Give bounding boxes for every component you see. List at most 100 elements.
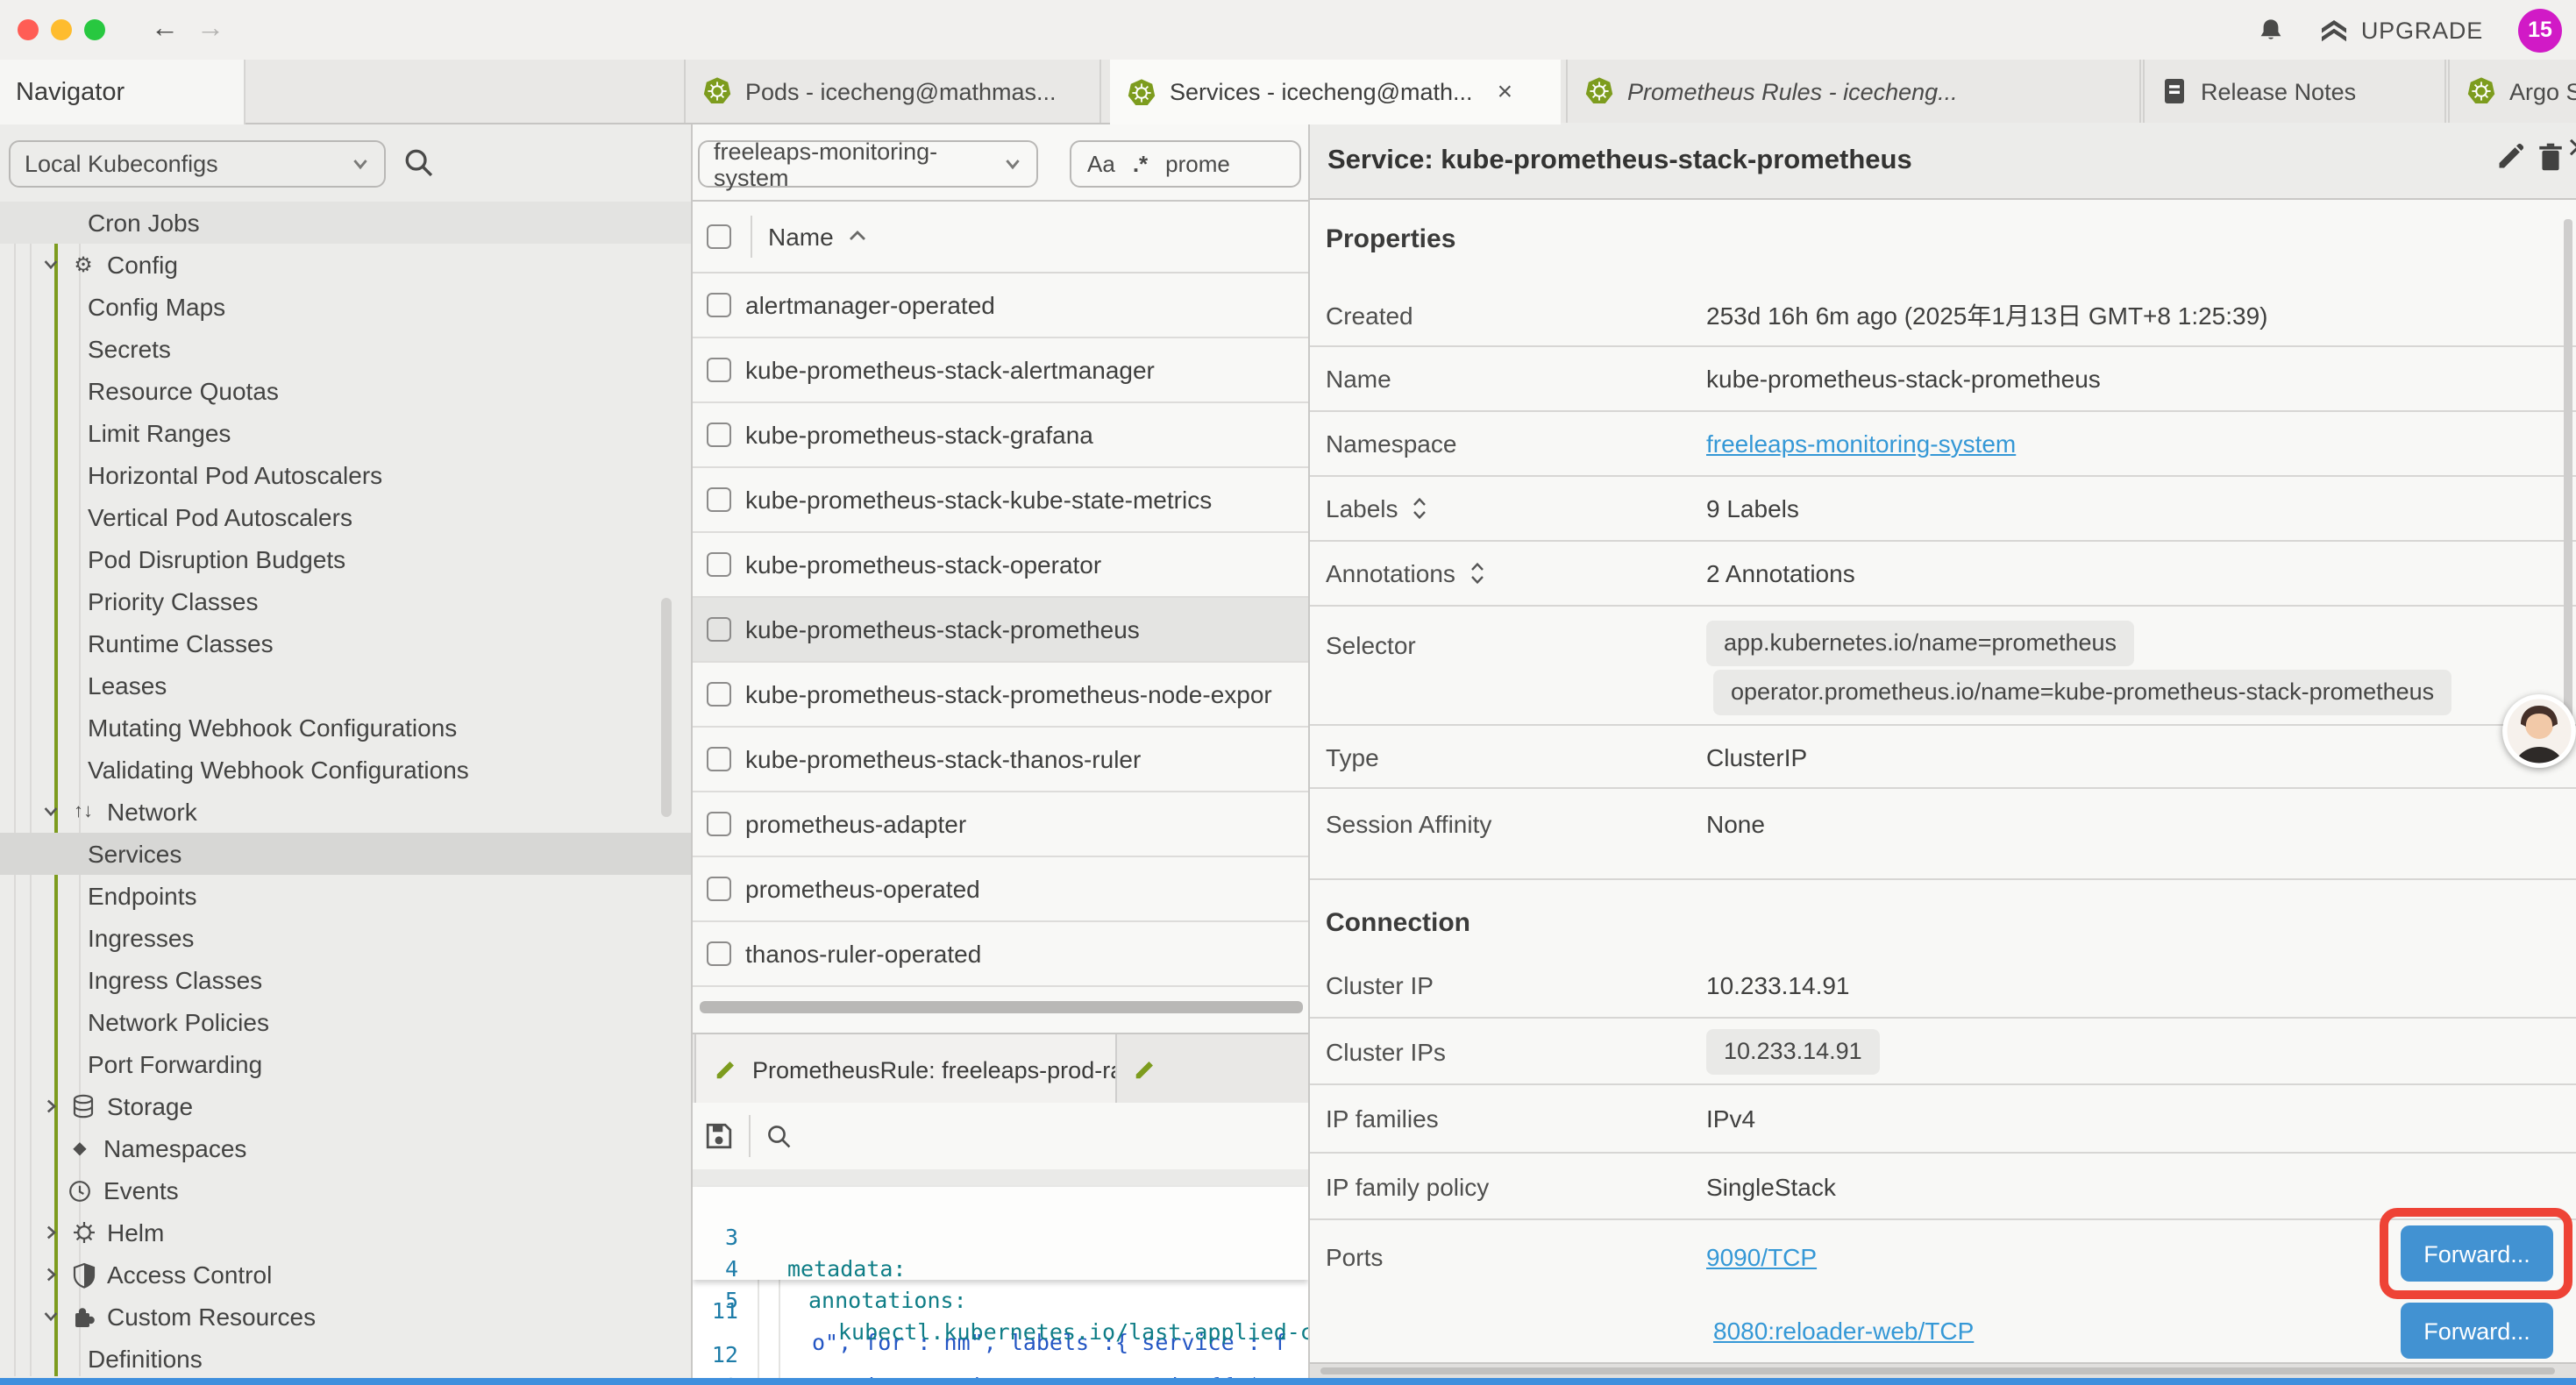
table-row[interactable]: kube-prometheus-stack-kube-state-metrics [693, 468, 1308, 533]
sidebar-item-ingresses[interactable]: Ingresses [0, 917, 691, 959]
row-checkbox[interactable] [707, 747, 731, 771]
row-checkbox[interactable] [707, 682, 731, 707]
namespace-selector[interactable]: freeleaps-monitoring-system [698, 140, 1038, 188]
save-icon[interactable] [705, 1122, 733, 1150]
sidebar-item-port-forwarding[interactable]: Port Forwarding [0, 1043, 691, 1085]
tab-argo[interactable]: Argo Se [2448, 60, 2576, 123]
table-row[interactable]: prometheus-adapter [693, 792, 1308, 857]
notification-badge[interactable]: 15 [2518, 8, 2562, 52]
row-checkbox[interactable] [707, 487, 731, 512]
back-arrow-icon[interactable]: ← [151, 12, 179, 47]
sidebar-item-namespaces[interactable]: ◆ Namespaces [0, 1127, 691, 1169]
row-checkbox[interactable] [707, 877, 731, 901]
expand-collapse-icon[interactable] [1413, 496, 1428, 521]
sidebar-item-access-control[interactable]: Access Control [0, 1254, 691, 1296]
sidebar-item-custom-resources[interactable]: Custom Resources [0, 1296, 691, 1338]
bell-icon[interactable] [2258, 18, 2286, 42]
sidebar-item-priority-classes[interactable]: Priority Classes [0, 580, 691, 622]
sidebar-item-events[interactable]: Events [0, 1169, 691, 1211]
regex-toggle[interactable]: .* [1133, 151, 1148, 177]
table-row[interactable]: alertmanager-operated [693, 273, 1308, 338]
name-column-header[interactable]: Name [768, 223, 834, 251]
sidebar-item-config-maps[interactable]: Config Maps [0, 286, 691, 328]
table-row[interactable]: prometheus-operated [693, 857, 1308, 922]
tab-release-notes[interactable]: Release Notes [2143, 60, 2446, 123]
table-row[interactable]: thanos-ruler-operated [693, 922, 1308, 987]
chevron-down-icon[interactable] [42, 1308, 60, 1325]
window-close-button[interactable] [18, 19, 39, 40]
sidebar-item-config[interactable]: ⚙ Config [0, 244, 691, 286]
sidebar-item-mutating-webhook-configurations[interactable]: Mutating Webhook Configurations [0, 707, 691, 749]
port-link[interactable]: 9090/TCP [1706, 1243, 1817, 1271]
sidebar-item-network-policies[interactable]: Network Policies [0, 1001, 691, 1043]
row-checkbox[interactable] [707, 423, 731, 447]
navigator-panel-tab[interactable]: Navigator [0, 60, 246, 124]
chevron-down-icon[interactable] [42, 256, 60, 273]
sort-ascending-icon[interactable] [847, 228, 868, 244]
sidebar-item-definitions[interactable]: Definitions [0, 1338, 691, 1380]
filter-query[interactable]: prome [1165, 151, 1230, 177]
table-row[interactable]: kube-prometheus-stack-prometheus-node-ex… [693, 663, 1308, 728]
port-link[interactable]: 8080:reloader-web/TCP [1713, 1317, 1974, 1345]
tab-services[interactable]: Services - icecheng@math... × [1110, 60, 1561, 124]
editor-tab-prometheusrule[interactable]: PrometheusRule: freeleaps-prod-rabbitmq [694, 1034, 1117, 1104]
table-row[interactable]: kube-prometheus-stack-thanos-ruler [693, 728, 1308, 792]
chevron-right-icon[interactable] [42, 1097, 60, 1115]
window-zoom-button[interactable] [84, 19, 105, 40]
sidebar-item-cron-jobs[interactable]: Cron Jobs [0, 202, 691, 244]
chevron-down-icon[interactable] [42, 803, 60, 820]
vertical-scrollbar[interactable] [661, 598, 672, 817]
namespace-link[interactable]: freeleaps-monitoring-system [1706, 430, 2016, 458]
row-checkbox[interactable] [707, 941, 731, 966]
row-checkbox[interactable] [707, 358, 731, 382]
row-checkbox[interactable] [707, 552, 731, 577]
vertical-scrollbar[interactable] [2564, 219, 2572, 745]
sidebar-item-ingress-classes[interactable]: Ingress Classes [0, 959, 691, 1001]
row-checkbox[interactable] [707, 812, 731, 836]
table-row[interactable]: kube-prometheus-stack-operator [693, 533, 1308, 598]
horizontal-scrollbar[interactable] [700, 1001, 1303, 1013]
case-sensitive-toggle[interactable]: Aa [1087, 151, 1115, 177]
search-icon[interactable] [403, 147, 435, 179]
sidebar-item-resource-quotas[interactable]: Resource Quotas [0, 370, 691, 412]
sidebar-item-services[interactable]: Services [0, 833, 691, 875]
kubeconfig-selector[interactable]: Local Kubeconfigs [9, 140, 386, 188]
sidebar-item-horizontal-pod-autoscalers[interactable]: Horizontal Pod Autoscalers [0, 454, 691, 496]
upgrade-button[interactable]: UPGRADE [2321, 17, 2483, 43]
tab-pods[interactable]: Pods - icecheng@mathmas... [684, 60, 1101, 123]
chevron-right-icon[interactable] [42, 1224, 60, 1241]
sidebar-item-vertical-pod-autoscalers[interactable]: Vertical Pod Autoscalers [0, 496, 691, 538]
delete-trash-icon[interactable] [2537, 142, 2564, 172]
table-row-selected[interactable]: kube-prometheus-stack-prometheus [693, 598, 1308, 663]
row-checkbox[interactable] [707, 617, 731, 642]
code-editor[interactable]: 11 o", for : nm", labels :{ service : f … [693, 1187, 1308, 1385]
forward-arrow-icon[interactable]: → [196, 12, 224, 47]
close-icon[interactable]: × [1498, 77, 1513, 107]
chevron-right-icon[interactable] [42, 1266, 60, 1283]
sidebar-item-validating-webhook-configurations[interactable]: Validating Webhook Configurations [0, 749, 691, 791]
tab-prometheus-rules[interactable]: Prometheus Rules - icecheng... [1566, 60, 2141, 123]
sidebar-item-helm[interactable]: Helm [0, 1211, 691, 1254]
forward-port-button[interactable]: Forward... [2401, 1303, 2553, 1359]
search-icon[interactable] [766, 1123, 793, 1149]
row-checkbox[interactable] [707, 293, 731, 317]
table-row[interactable]: kube-prometheus-stack-alertmanager [693, 338, 1308, 403]
horizontal-scrollbar[interactable] [1310, 1362, 2576, 1378]
window-minimize-button[interactable] [51, 19, 72, 40]
table-row[interactable]: kube-prometheus-stack-grafana [693, 403, 1308, 468]
sidebar-item-storage[interactable]: Storage [0, 1085, 691, 1127]
sidebar-item-leases[interactable]: Leases [0, 664, 691, 707]
expand-collapse-icon[interactable] [1469, 561, 1485, 586]
sidebar-item-endpoints[interactable]: Endpoints [0, 875, 691, 917]
close-icon[interactable]: × [2567, 128, 2576, 170]
sidebar-item-network[interactable]: ↑↓ Network [0, 791, 691, 833]
edit-pencil-icon[interactable] [2495, 142, 2525, 172]
avatar[interactable] [2502, 694, 2576, 768]
select-all-checkbox[interactable] [707, 224, 731, 249]
sidebar-item-limit-ranges[interactable]: Limit Ranges [0, 412, 691, 454]
sidebar-item-secrets[interactable]: Secrets [0, 328, 691, 370]
editor-tab-next[interactable] [1133, 1057, 1157, 1082]
sidebar-item-runtime-classes[interactable]: Runtime Classes [0, 622, 691, 664]
sidebar-item-pod-disruption-budgets[interactable]: Pod Disruption Budgets [0, 538, 691, 580]
search-filter-input[interactable]: Aa .* prome [1070, 140, 1301, 188]
